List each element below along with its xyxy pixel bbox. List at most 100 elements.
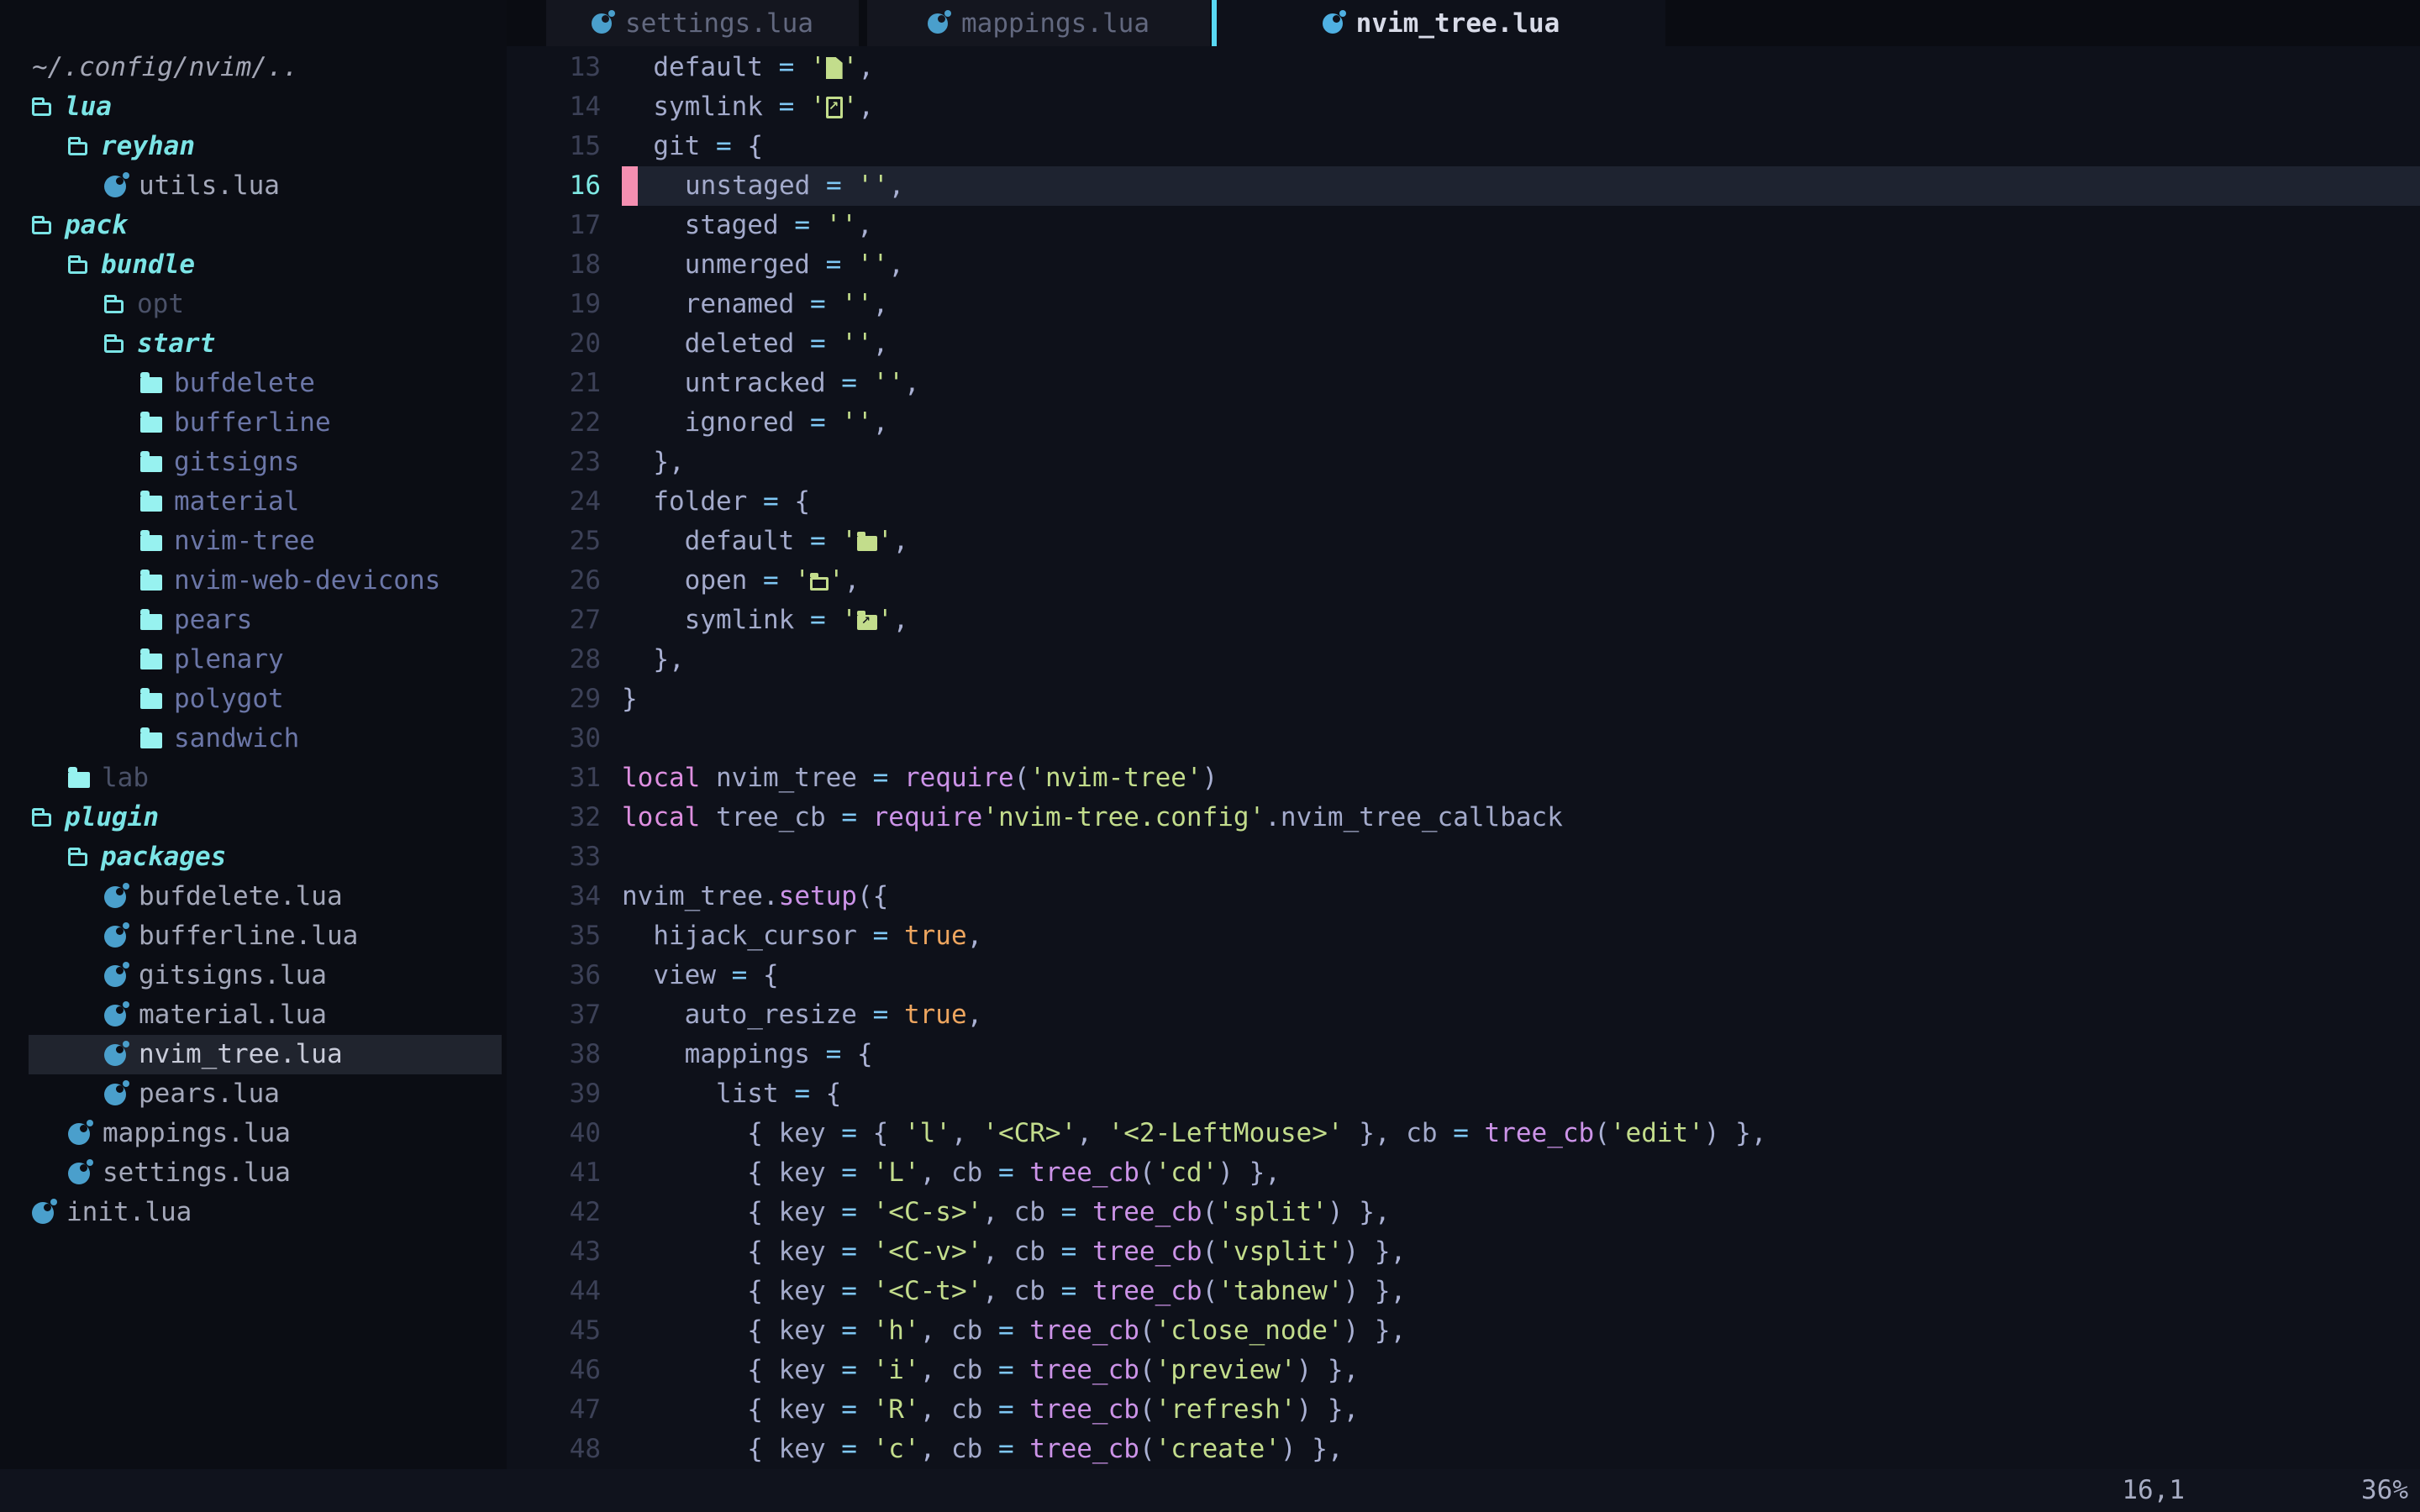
tree-item-bufdelete[interactable]: bufdelete bbox=[0, 364, 507, 403]
tree-item-label: material.lua bbox=[139, 995, 327, 1035]
token-pun: { bbox=[622, 1236, 779, 1267]
tree-item-opt[interactable]: opt bbox=[0, 285, 507, 324]
code-line-41[interactable]: 41 { key = 'L', cb = tree_cb('cd') }, bbox=[507, 1153, 2420, 1193]
code-line-30[interactable]: 30 bbox=[507, 719, 2420, 759]
line-number: 44 bbox=[507, 1272, 622, 1311]
tree-item-material[interactable]: material bbox=[0, 482, 507, 522]
token-str: '<CR>' bbox=[982, 1118, 1076, 1148]
code-line-42[interactable]: 42 { key = '<C-s>', cb = tree_cb('split'… bbox=[507, 1193, 2420, 1232]
code-line-36[interactable]: 36 view = { bbox=[507, 956, 2420, 995]
tab-settings.lua[interactable]: settings.lua bbox=[546, 0, 859, 46]
code-line-28[interactable]: 28 }, bbox=[507, 640, 2420, 680]
code-line-22[interactable]: 22 ignored = '', bbox=[507, 403, 2420, 443]
code-line-35[interactable]: 35 hijack_cursor = true, bbox=[507, 916, 2420, 956]
token-str: 'c' bbox=[873, 1434, 920, 1464]
code-line-43[interactable]: 43 { key = '<C-v>', cb = tree_cb('vsplit… bbox=[507, 1232, 2420, 1272]
code-line-25[interactable]: 25 default = '', bbox=[507, 522, 2420, 561]
tree-item-start[interactable]: start bbox=[0, 324, 507, 364]
line-number: 37 bbox=[507, 995, 622, 1035]
tab-mappings.lua[interactable]: mappings.lua bbox=[867, 0, 1210, 46]
tree-item-bundle[interactable]: bundle bbox=[0, 245, 507, 285]
token-id: key bbox=[779, 1315, 842, 1346]
tree-item-plenary[interactable]: plenary bbox=[0, 640, 507, 680]
code-text: } bbox=[622, 680, 2420, 719]
tree-item-label: bufdelete.lua bbox=[139, 877, 343, 916]
tree-root-path[interactable]: ~/.config/nvim/.. bbox=[0, 48, 507, 87]
tree-item-material.lua[interactable]: material.lua bbox=[0, 995, 507, 1035]
token-op: = bbox=[841, 1355, 872, 1385]
tree-item-nvim-tree[interactable]: nvim-tree bbox=[0, 522, 507, 561]
tree-item-mappings.lua[interactable]: mappings.lua bbox=[0, 1114, 507, 1153]
code-line-23[interactable]: 23 }, bbox=[507, 443, 2420, 482]
token-op: = bbox=[998, 1315, 1029, 1346]
tree-item-nvim_tree.lua[interactable]: nvim_tree.lua bbox=[0, 1035, 507, 1074]
code-line-47[interactable]: 47 { key = 'R', cb = tree_cb('refresh') … bbox=[507, 1390, 2420, 1430]
token-op: = bbox=[1061, 1276, 1092, 1306]
tree-item-bufdelete.lua[interactable]: bufdelete.lua bbox=[0, 877, 507, 916]
tree-item-settings.lua[interactable]: settings.lua bbox=[0, 1153, 507, 1193]
code-line-13[interactable]: 13 default = '', bbox=[507, 48, 2420, 87]
tree-item-packages[interactable]: packages bbox=[0, 837, 507, 877]
tree-item-pack[interactable]: pack bbox=[0, 206, 507, 245]
tree-items: luareyhanutils.luapackbundleoptstartbufd… bbox=[0, 87, 507, 1232]
tree-item-lua[interactable]: lua bbox=[0, 87, 507, 127]
code-line-40[interactable]: 40 { key = { 'l', '<CR>', '<2-LeftMouse>… bbox=[507, 1114, 2420, 1153]
closed-folder-icon bbox=[140, 614, 162, 630]
token-pun: , bbox=[920, 1158, 951, 1188]
token-id: nvim_tree bbox=[622, 881, 763, 911]
token-pun: { bbox=[622, 1434, 779, 1464]
token-id: nvim_tree bbox=[700, 763, 872, 793]
tree-item-nvim-web-devicons[interactable]: nvim-web-devicons bbox=[0, 561, 507, 601]
tree-item-polygot[interactable]: polygot bbox=[0, 680, 507, 719]
code-text: auto_resize = true, bbox=[622, 995, 2420, 1035]
tree-item-bufferline.lua[interactable]: bufferline.lua bbox=[0, 916, 507, 956]
code-line-26[interactable]: 26 open = '', bbox=[507, 561, 2420, 601]
code-line-15[interactable]: 15 git = { bbox=[507, 127, 2420, 166]
tree-item-pears[interactable]: pears bbox=[0, 601, 507, 640]
closed-folder-icon bbox=[140, 654, 162, 669]
code-line-33[interactable]: 33 bbox=[507, 837, 2420, 877]
tab-nvim_tree.lua[interactable]: nvim_tree.lua bbox=[1212, 0, 1665, 46]
tree-item-gitsigns[interactable]: gitsigns bbox=[0, 443, 507, 482]
tree-item-bufferline[interactable]: bufferline bbox=[0, 403, 507, 443]
lua-file-icon bbox=[104, 926, 126, 948]
code-line-31[interactable]: 31local nvim_tree = require('nvim-tree') bbox=[507, 759, 2420, 798]
code-line-18[interactable]: 18 unmerged = '', bbox=[507, 245, 2420, 285]
tree-item-gitsigns.lua[interactable]: gitsigns.lua bbox=[0, 956, 507, 995]
tree-item-lab[interactable]: lab bbox=[0, 759, 507, 798]
tree-item-init.lua[interactable]: init.lua bbox=[0, 1193, 507, 1232]
token-pun: ( bbox=[1139, 1315, 1155, 1346]
tree-item-utils.lua[interactable]: utils.lua bbox=[0, 166, 507, 206]
code-line-39[interactable]: 39 list = { bbox=[507, 1074, 2420, 1114]
code-line-32[interactable]: 32local tree_cb = require'nvim-tree.conf… bbox=[507, 798, 2420, 837]
token-pun: , bbox=[858, 52, 874, 82]
token-fn: require bbox=[904, 763, 1014, 793]
token-pun: , bbox=[1076, 1118, 1107, 1148]
code-line-17[interactable]: 17 staged = '', bbox=[507, 206, 2420, 245]
code-line-21[interactable]: 21 untracked = '', bbox=[507, 364, 2420, 403]
code-line-20[interactable]: 20 deleted = '', bbox=[507, 324, 2420, 364]
tree-item-sandwich[interactable]: sandwich bbox=[0, 719, 507, 759]
code-line-29[interactable]: 29} bbox=[507, 680, 2420, 719]
tree-item-pears.lua[interactable]: pears.lua bbox=[0, 1074, 507, 1114]
code-line-27[interactable]: 27 symlink = '', bbox=[507, 601, 2420, 640]
code-line-37[interactable]: 37 auto_resize = true, bbox=[507, 995, 2420, 1035]
token-id: key bbox=[779, 1355, 842, 1385]
tree-item-reyhan[interactable]: reyhan bbox=[0, 127, 507, 166]
editor-buffer[interactable]: 13 default = '',14 symlink = '',15 git =… bbox=[507, 46, 2420, 1469]
code-line-46[interactable]: 46 { key = 'i', cb = tree_cb('preview') … bbox=[507, 1351, 2420, 1390]
code-line-45[interactable]: 45 { key = 'h', cb = tree_cb('close_node… bbox=[507, 1311, 2420, 1351]
code-line-19[interactable]: 19 renamed = '', bbox=[507, 285, 2420, 324]
code-line-14[interactable]: 14 symlink = '', bbox=[507, 87, 2420, 127]
code-line-34[interactable]: 34nvim_tree.setup({ bbox=[507, 877, 2420, 916]
code-line-48[interactable]: 48 { key = 'c', cb = tree_cb('create') }… bbox=[507, 1430, 2420, 1469]
code-line-24[interactable]: 24 folder = { bbox=[507, 482, 2420, 522]
code-line-44[interactable]: 44 { key = '<C-t>', cb = tree_cb('tabnew… bbox=[507, 1272, 2420, 1311]
token-pun: , bbox=[873, 328, 889, 359]
code-line-38[interactable]: 38 mappings = { bbox=[507, 1035, 2420, 1074]
tree-item-plugin[interactable]: plugin bbox=[0, 798, 507, 837]
token-fn: tree_cb bbox=[1029, 1315, 1139, 1346]
token-id: key bbox=[779, 1236, 842, 1267]
code-line-16[interactable]: 16 unstaged = '', bbox=[507, 166, 2420, 206]
token-pun: ) }, bbox=[1218, 1158, 1281, 1188]
